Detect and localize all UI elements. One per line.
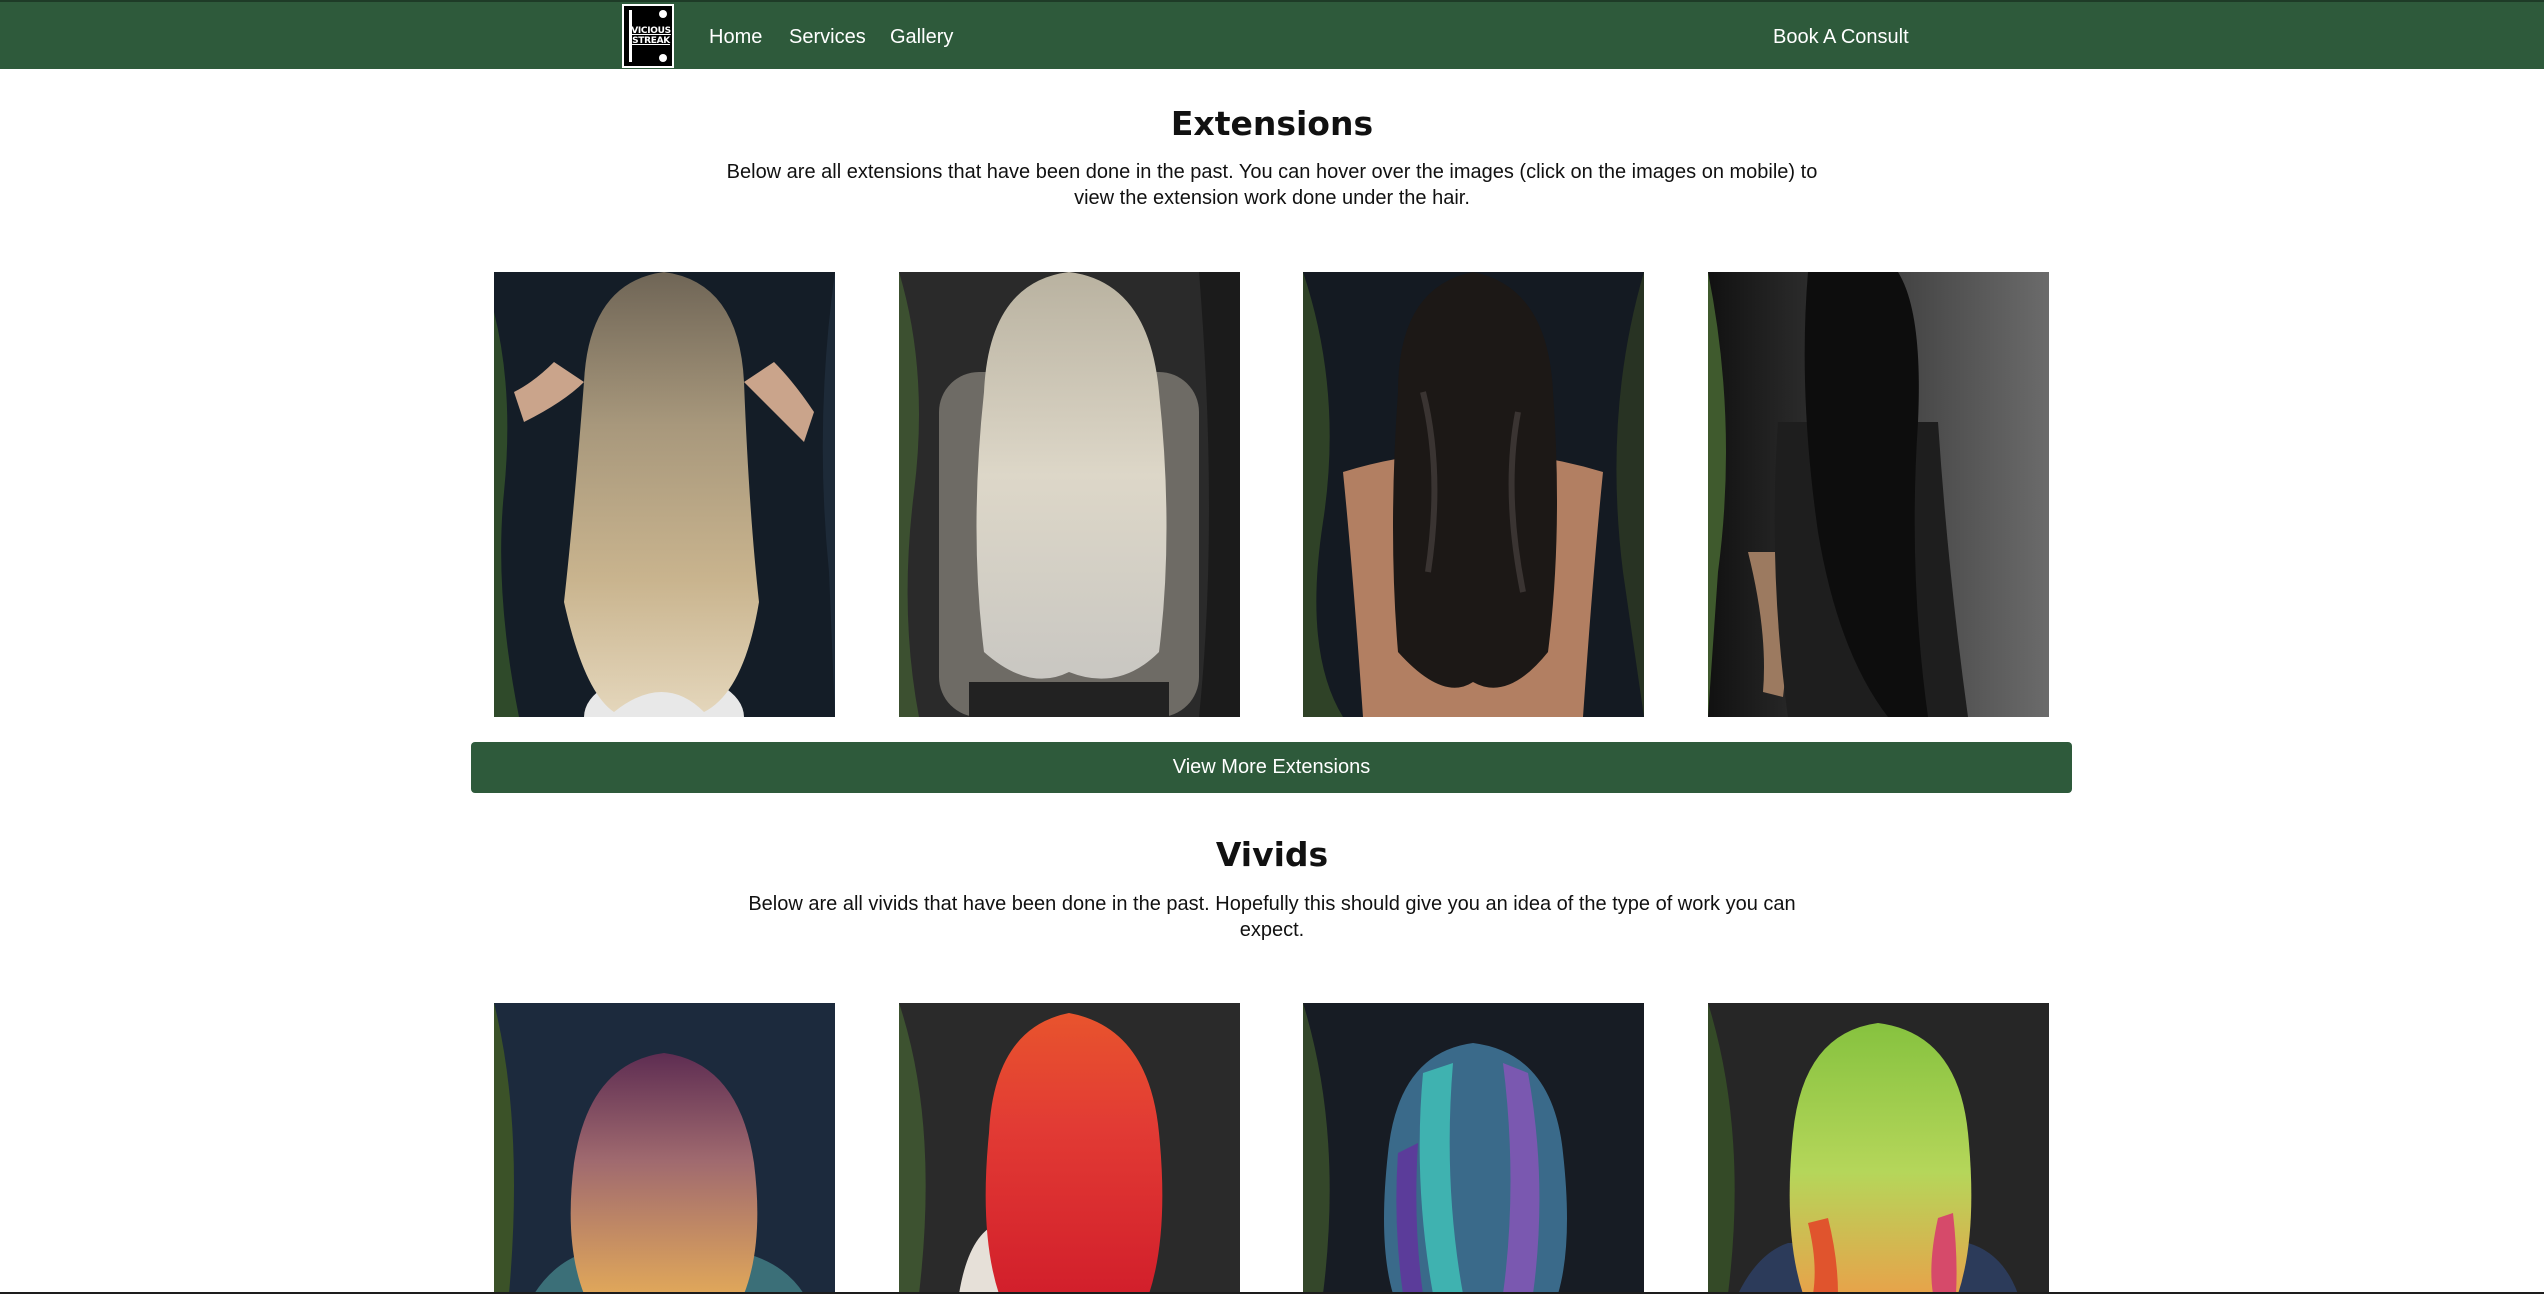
navbar: VICIOUS STREAK Home Services Gallery Boo… <box>0 0 2544 69</box>
view-more-extensions-button[interactable]: View More Extensions <box>471 742 2072 793</box>
extension-photo-3[interactable] <box>1303 272 1644 717</box>
extension-photo-1-image <box>494 272 835 717</box>
vivid-photo-4-image <box>1708 1003 2049 1294</box>
extensions-title: Extensions <box>1170 104 1374 143</box>
extension-photo-4[interactable] <box>1708 272 2049 717</box>
extension-photo-2[interactable] <box>899 272 1240 717</box>
extensions-description: Below are all extensions that have been … <box>726 161 1818 209</box>
extension-photo-1[interactable] <box>494 272 835 717</box>
extension-photo-2-image <box>899 272 1240 717</box>
vivid-photo-4[interactable] <box>1708 1003 2049 1294</box>
vicious-streak-logo[interactable]: VICIOUS STREAK <box>622 4 674 68</box>
logo-word-1: VICIOUS <box>631 26 671 36</box>
nav-link-services[interactable]: Services <box>789 26 866 49</box>
vivid-photo-3[interactable] <box>1303 1003 1644 1294</box>
book-consult-link[interactable]: Book A Consult <box>1773 26 1909 49</box>
nav-link-gallery[interactable]: Gallery <box>890 26 953 49</box>
vivid-photo-1[interactable] <box>494 1003 835 1294</box>
vivids-description: Below are all vivids that have been done… <box>748 893 1796 941</box>
logo-word-2: STREAK <box>632 36 670 46</box>
vivid-photo-1-image <box>494 1003 835 1294</box>
vivid-photo-2[interactable] <box>899 1003 1240 1294</box>
extension-photo-3-image <box>1303 272 1644 717</box>
vivids-title: Vivids <box>1215 835 1329 874</box>
vivid-photo-3-image <box>1303 1003 1644 1294</box>
nav-link-home[interactable]: Home <box>709 26 762 49</box>
extension-photo-4-image <box>1708 272 2049 717</box>
vivid-photo-2-image <box>899 1003 1240 1294</box>
